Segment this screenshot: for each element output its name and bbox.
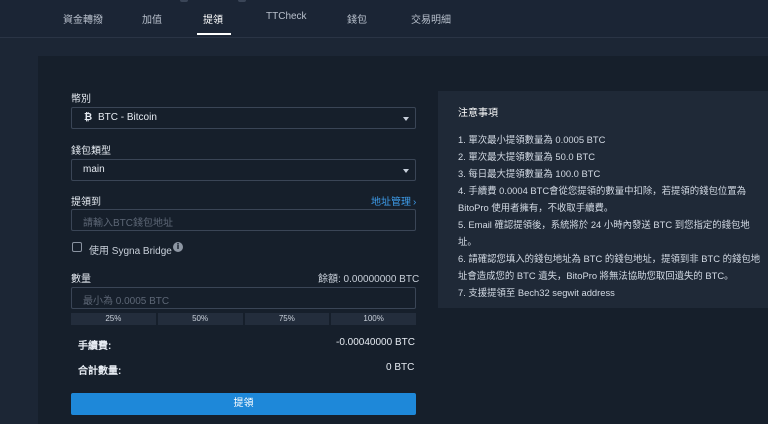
- currency-select[interactable]: ₿ BTC - Bitcoin: [71, 107, 416, 129]
- currency-value: BTC - Bitcoin: [98, 112, 157, 123]
- tab-fund-transfer[interactable]: 資金轉撥: [63, 11, 103, 26]
- wallet-type-label: 錢包類型: [71, 146, 111, 157]
- address-manage-link[interactable]: 地址管理 ›: [371, 193, 416, 208]
- percent-25-button[interactable]: 25%: [71, 313, 156, 325]
- fee-value: -0.00040000 BTC: [336, 337, 415, 348]
- tab-withdraw[interactable]: 提領: [203, 11, 223, 26]
- sygna-bridge-label: 使用 Sygna Bridge: [89, 246, 172, 257]
- tab-wallet[interactable]: 錢包: [347, 11, 367, 26]
- balance-text: 餘額: 0.00000000 BTC: [318, 274, 420, 285]
- list-item: 2. 單次最大提領數量為 50.0 BTC: [458, 151, 596, 162]
- notice-list: 1. 單次最小提領數量為 0.0005 BTC 2. 單次最大提領數量為 50.…: [458, 131, 763, 301]
- notice-box: 注意事項 1. 單次最小提領數量為 0.0005 BTC 2. 單次最大提領數量…: [438, 91, 768, 308]
- amount-placeholder: 最小為 0.0005 BTC: [83, 296, 170, 307]
- address-input[interactable]: 請輸入BTC錢包地址: [71, 209, 416, 231]
- address-manage-label: 地址管理: [371, 197, 411, 208]
- chevron-down-icon: [403, 169, 409, 173]
- tab-deposit[interactable]: 加值: [142, 11, 162, 26]
- list-item: 5. Email 確認提領後，系統將於 24 小時內發送 BTC 到您指定的錢包…: [458, 219, 750, 247]
- percent-100-button[interactable]: 100%: [331, 313, 416, 325]
- tab-transaction-history[interactable]: 交易明細: [411, 11, 451, 26]
- active-tab-indicator: [197, 33, 231, 35]
- withdraw-submit-button[interactable]: 提領: [71, 393, 416, 415]
- amount-label: 數量: [71, 274, 91, 285]
- address-placeholder: 請輸入BTC錢包地址: [83, 218, 173, 229]
- chevron-down-icon: [403, 117, 409, 121]
- wallet-type-value: main: [83, 164, 105, 175]
- percent-buttons: 25% 50% 75% 100%: [71, 313, 416, 325]
- fee-label: 手續費:: [78, 341, 112, 352]
- amount-input[interactable]: 最小為 0.0005 BTC: [71, 287, 416, 309]
- chevron-right-icon: ›: [413, 197, 417, 208]
- percent-50-button[interactable]: 50%: [157, 313, 243, 325]
- percent-75-button[interactable]: 75%: [244, 313, 330, 325]
- notice-title: 注意事項: [458, 108, 498, 119]
- currency-label: 幣別: [71, 94, 91, 105]
- list-item: 4. 手續費 0.0004 BTC會從您提領的數量中扣除，若提領的錢包位置為 B…: [458, 185, 747, 213]
- list-item: 1. 單次最小提領數量為 0.0005 BTC: [458, 134, 606, 145]
- wallet-type-select[interactable]: main: [71, 159, 416, 181]
- bitcoin-icon: ₿: [84, 112, 93, 123]
- sygna-bridge-checkbox[interactable]: [72, 242, 82, 252]
- list-item: 7. 支援提領至 Bech32 segwit address: [458, 287, 615, 298]
- total-label: 合計數量:: [78, 366, 122, 377]
- tab-ttcheck[interactable]: TTCheck: [266, 11, 307, 22]
- nav-divider: [0, 37, 768, 38]
- total-value: 0 BTC: [386, 362, 415, 373]
- list-item: 3. 每日最大提領數量為 100.0 BTC: [458, 168, 601, 179]
- top-nav: 資金轉撥 加值 提領 TTCheck 錢包 交易明細: [0, 0, 768, 37]
- withdraw-to-label: 提領到: [71, 197, 101, 208]
- info-icon[interactable]: i: [173, 242, 183, 252]
- list-item: 6. 請確認您填入的錢包地址為 BTC 的錢包地址，提領到非 BTC 的錢包地址…: [458, 253, 761, 281]
